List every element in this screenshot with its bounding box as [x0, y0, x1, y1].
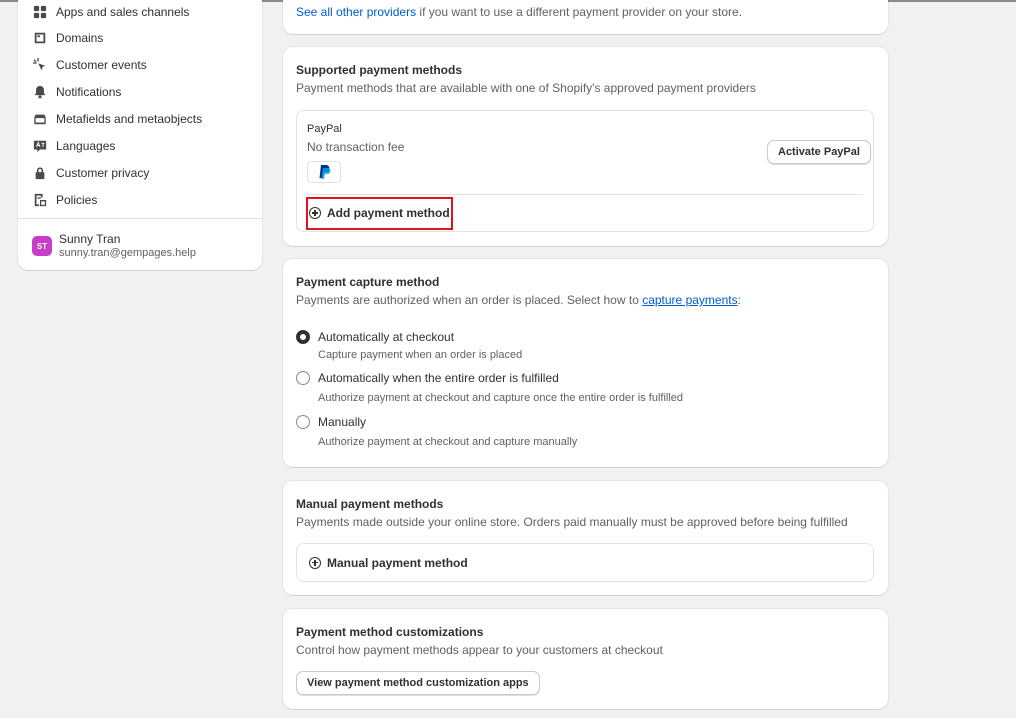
payment-customizations-card: Payment method customizations Control ho… — [283, 609, 888, 709]
paypal-logo — [307, 161, 341, 183]
manual-payment-method-label: Manual payment method — [327, 555, 468, 570]
user-account[interactable]: ST Sunny Tran sunny.tran@gempages.help — [32, 232, 196, 260]
radio-help: Capture payment when an order is placed — [318, 349, 523, 361]
provider-divider — [307, 194, 863, 195]
lock-icon — [32, 165, 48, 181]
sidebar-item-label: Customer events — [56, 58, 147, 72]
sidebar-item-label: Policies — [56, 193, 98, 207]
supported-title: Supported payment methods — [296, 63, 463, 77]
radio-label: Automatically at checkout — [318, 330, 455, 344]
paypal-provider-box: PayPal No transaction fee Activate PayPa… — [296, 110, 874, 232]
supported-subtitle: Payment methods that are available with … — [296, 81, 756, 95]
customizations-title: Payment method customizations — [296, 625, 484, 639]
sidebar-item-notifications[interactable]: Notifications — [32, 82, 121, 102]
plus-circle-icon — [309, 207, 321, 219]
radio-automatically-at-checkout[interactable] — [296, 330, 310, 344]
providers-card: See all other providers if you want to u… — [283, 0, 888, 34]
sidebar-item-metafields[interactable]: Metafields and metaobjects — [32, 109, 202, 129]
policy-icon — [32, 192, 48, 208]
radio-label: Manually — [318, 415, 367, 429]
user-email: sunny.tran@gempages.help — [59, 247, 196, 259]
cursor-click-icon — [32, 57, 48, 73]
manual-payment-methods-card: Manual payment methods Payments made out… — [283, 481, 888, 595]
database-icon — [32, 111, 48, 127]
capture-subtitle: Payments are authorized when an order is… — [296, 293, 741, 307]
provider-fee: No transaction fee — [307, 140, 405, 154]
sidebar-item-label: Languages — [56, 139, 116, 153]
view-customization-apps-button[interactable]: View payment method customization apps — [296, 671, 540, 695]
provider-name: PayPal — [307, 123, 342, 135]
see-all-providers-link[interactable]: See all other providers — [296, 5, 416, 19]
sidebar-item-label: Customer privacy — [56, 166, 150, 180]
apps-icon — [32, 4, 48, 20]
manual-payment-method-button[interactable]: Manual payment method — [296, 543, 874, 582]
sidebar-item-domains[interactable]: Domains — [32, 28, 103, 48]
sidebar-divider — [18, 218, 262, 219]
payment-capture-card: Payment capture method Payments are auth… — [283, 259, 888, 467]
sidebar-item-policies[interactable]: Policies — [32, 190, 97, 210]
plus-circle-icon — [309, 556, 321, 569]
sidebar-item-customer-privacy[interactable]: Customer privacy — [32, 163, 149, 183]
radio-manually[interactable] — [296, 415, 310, 429]
capture-payments-link[interactable]: capture payments — [642, 293, 737, 307]
customizations-subtitle: Control how payment methods appear to yo… — [296, 643, 663, 657]
manual-subtitle: Payments made outside your online store.… — [296, 515, 848, 529]
sidebar-item-languages[interactable]: Languages — [32, 136, 115, 156]
sidebar-item-label: Metafields and metaobjects — [56, 112, 203, 126]
sidebar-item-label: Notifications — [56, 85, 122, 99]
settings-sidebar: Apps and sales channels Domains Customer… — [18, 0, 262, 270]
paypal-icon — [319, 165, 331, 179]
bell-icon — [32, 84, 48, 100]
supported-payment-methods-card: Supported payment methods Payment method… — [283, 47, 888, 246]
manual-title: Manual payment methods — [296, 497, 444, 511]
add-payment-method-button[interactable]: Add payment method — [309, 206, 450, 220]
radio-help: Authorize payment at checkout and captur… — [318, 436, 578, 448]
sidebar-item-label: Apps and sales channels — [56, 5, 190, 19]
sidebar-item-apps-and-sales-channels[interactable]: Apps and sales channels — [32, 2, 189, 22]
language-icon — [32, 138, 48, 154]
add-payment-method-label: Add payment method — [327, 206, 450, 220]
radio-help: Authorize payment at checkout and captur… — [318, 392, 684, 404]
domains-icon — [32, 30, 48, 46]
user-name: Sunny Tran — [59, 232, 121, 246]
sidebar-item-customer-events[interactable]: Customer events — [32, 55, 147, 75]
capture-title: Payment capture method — [296, 275, 440, 289]
avatar: ST — [32, 236, 52, 256]
radio-label: Automatically when the entire order is f… — [318, 371, 559, 385]
providers-text: See all other providers if you want to u… — [296, 5, 743, 19]
sidebar-item-label: Domains — [56, 31, 104, 45]
activate-paypal-button[interactable]: Activate PayPal — [767, 140, 871, 164]
radio-when-order-fulfilled[interactable] — [296, 371, 310, 385]
